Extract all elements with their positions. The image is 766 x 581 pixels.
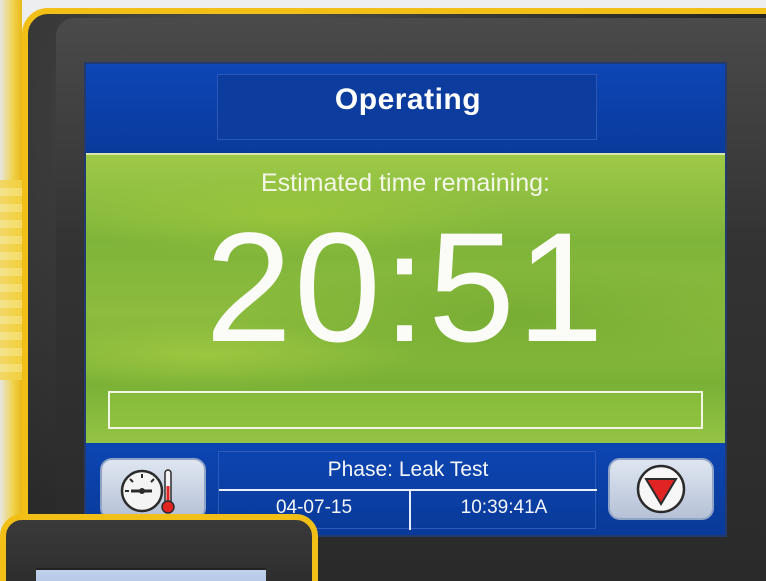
time-display: 10:39:41A	[460, 497, 548, 518]
gauge-thermometer-icon	[120, 469, 175, 514]
progress-bar	[108, 391, 703, 429]
title-box: Operating	[217, 74, 597, 140]
title-bar: Operating	[86, 64, 725, 153]
time-remaining-label: Estimated time remaining:	[260, 169, 550, 197]
screen-title: Operating	[334, 83, 482, 116]
stop-button[interactable]	[608, 458, 714, 520]
status-panel: Estimated time remaining: 20:51	[86, 153, 725, 443]
countdown-timer: 20:51	[205, 201, 606, 375]
device-screen: Operating Estimated time remaining: 20:5…	[84, 62, 727, 537]
gauge-button[interactable]	[100, 458, 206, 520]
secondary-device-frame	[0, 514, 318, 581]
info-divider-horizontal	[219, 489, 597, 491]
stop-triangle-icon	[636, 464, 686, 514]
phase-label: Phase: Leak Test	[327, 458, 489, 481]
secondary-device-screen	[36, 568, 266, 581]
